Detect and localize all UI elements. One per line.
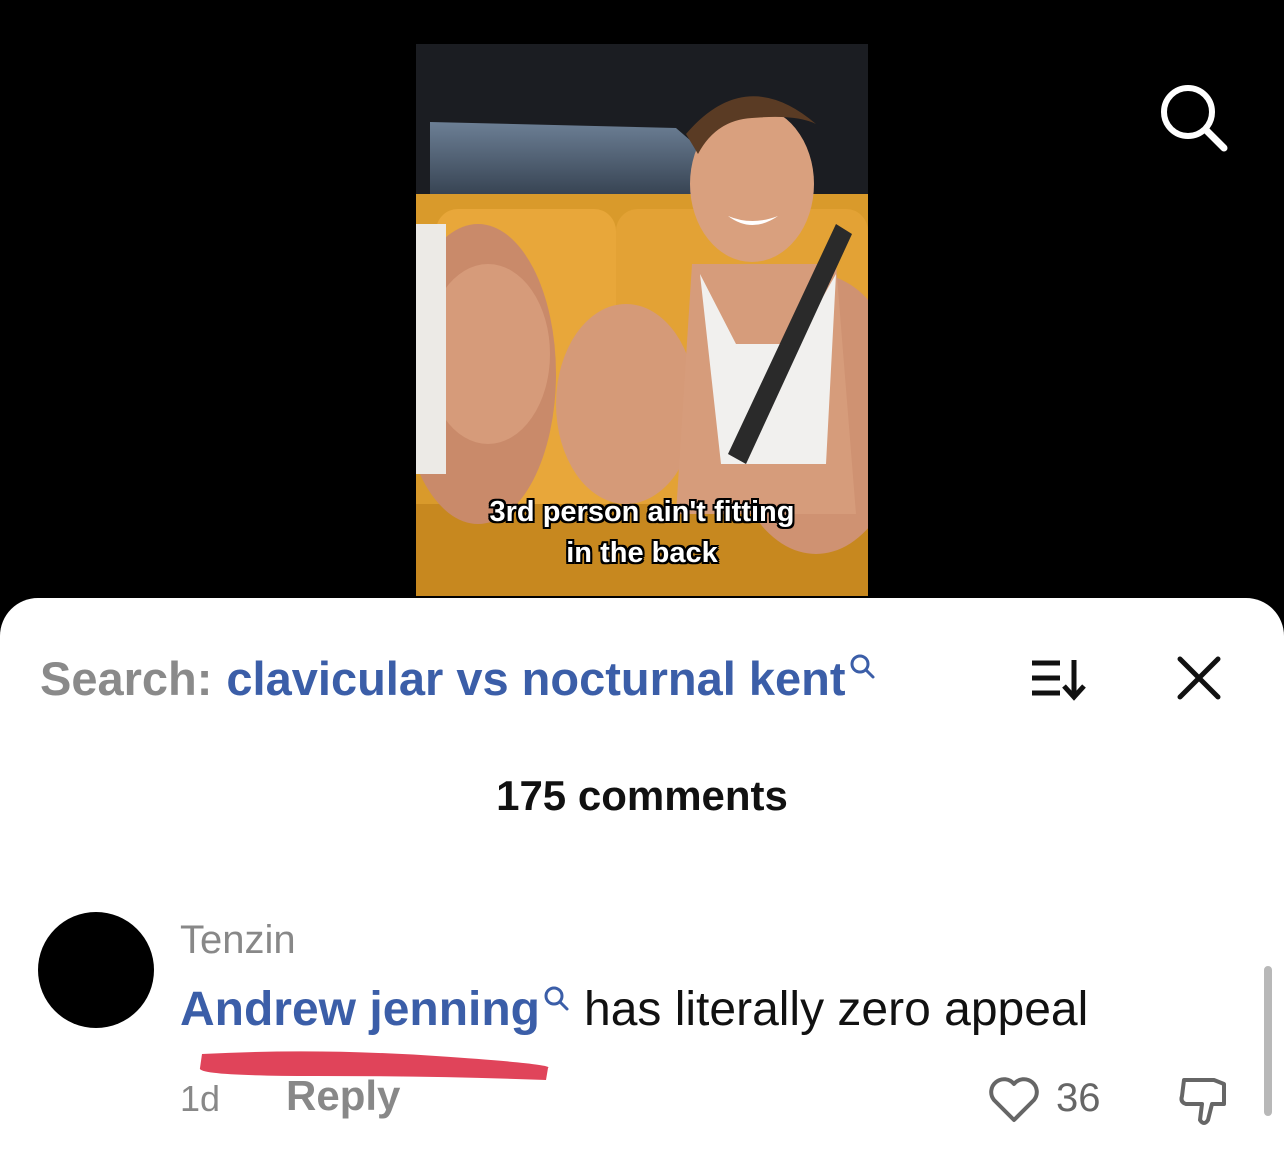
comment-username[interactable]: Tenzin	[180, 918, 296, 963]
close-button[interactable]	[1176, 655, 1222, 701]
heart-icon	[989, 1077, 1039, 1122]
video-player[interactable]: 3rd person ain't fitting in the back	[0, 0, 1284, 620]
dislike-button[interactable]	[1176, 1072, 1236, 1128]
video-caption: 3rd person ain't fitting in the back	[416, 492, 868, 574]
thumbs-down-icon	[1179, 1078, 1226, 1125]
avatar[interactable]	[38, 912, 154, 1028]
caption-line-1: 3rd person ain't fitting	[489, 496, 795, 528]
caption-line-2: in the back	[566, 537, 718, 569]
search-icon	[544, 986, 569, 1011]
like-button[interactable]	[986, 1074, 1042, 1124]
close-icon	[1177, 656, 1221, 700]
comment-search-suggestion[interactable]: Search: clavicular vs nocturnal kent	[40, 648, 876, 708]
scrollbar[interactable]	[1264, 966, 1272, 1116]
search-term-link[interactable]: clavicular vs nocturnal kent	[226, 651, 845, 706]
video-frame[interactable]: 3rd person ain't fitting in the back	[416, 44, 868, 596]
search-icon	[1161, 85, 1228, 152]
sort-button[interactable]	[1028, 656, 1088, 702]
like-count: 36	[1056, 1076, 1101, 1120]
sort-icon	[1032, 660, 1086, 701]
comment-body: Andrew jenning has literally zero appeal	[180, 982, 1088, 1037]
search-icon	[850, 654, 874, 679]
red-underline-annotation	[199, 1051, 549, 1080]
search-prefix: Search:	[40, 651, 213, 705]
comment-count: 175 comments	[496, 772, 788, 819]
search-button[interactable]	[1156, 80, 1232, 156]
comment-mention-link[interactable]: Andrew jenning	[180, 982, 540, 1037]
comment-text: has literally zero appeal	[584, 983, 1089, 1036]
